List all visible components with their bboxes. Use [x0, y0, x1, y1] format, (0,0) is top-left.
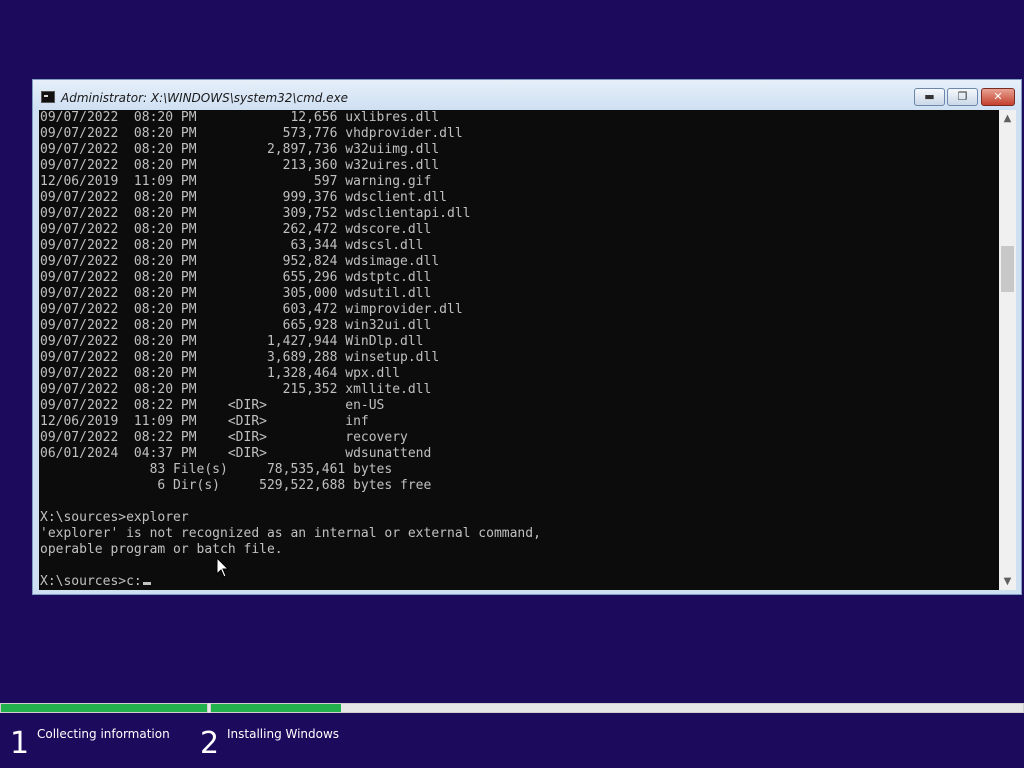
console-line: 09/07/2022 08:20 PM 603,472 wimprovider.…: [40, 302, 463, 317]
console-line: 09/07/2022 08:20 PM 309,752 wdsclientapi…: [40, 206, 471, 221]
console-line: 09/07/2022 08:20 PM 2,897,736 w32uiimg.d…: [40, 142, 440, 157]
console-line: 09/07/2022 08:20 PM 573,776 vhdprovider.…: [40, 126, 463, 141]
scroll-up-arrow-icon[interactable]: ▲: [999, 110, 1016, 127]
progress-fill-collecting: [1, 704, 207, 712]
scroll-thumb[interactable]: [1001, 246, 1014, 292]
window-titlebar[interactable]: Administrator: X:\WINDOWS\system32\cmd.e…: [33, 80, 1021, 110]
vertical-scrollbar[interactable]: ▲ ▼: [999, 110, 1016, 590]
console-line: 09/07/2022 08:20 PM 12,656 uxlibres.dll: [40, 110, 440, 125]
console-line: 6 Dir(s) 529,522,688 bytes free: [40, 478, 432, 493]
console-line: 12/06/2019 11:09 PM 597 warning.gif: [40, 174, 432, 189]
cmd-window[interactable]: Administrator: X:\WINDOWS\system32\cmd.e…: [32, 79, 1022, 595]
minimize-button[interactable]: ▬: [914, 88, 945, 106]
console-line: 'explorer' is not recognized as an inter…: [40, 526, 541, 541]
console-line: 09/07/2022 08:22 PM <DIR> en-US: [40, 398, 385, 413]
setup-progress-bar: [0, 703, 1024, 713]
console-line: 09/07/2022 08:20 PM 213,360 w32uires.dll: [40, 158, 440, 173]
console-line: 83 File(s) 78,535,461 bytes: [40, 462, 393, 477]
desktop-background: Administrator: X:\WINDOWS\system32\cmd.e…: [0, 0, 1024, 768]
console-line: 09/07/2022 08:20 PM 3,689,288 winsetup.d…: [40, 350, 440, 365]
console-line: 09/07/2022 08:20 PM 215,352 xmllite.dll: [40, 382, 432, 397]
maximize-button[interactable]: ❐: [947, 88, 978, 106]
console-line: 09/07/2022 08:20 PM 655,296 wdstptc.dll: [40, 270, 432, 285]
console-line: 09/07/2022 08:20 PM 665,928 win32ui.dll: [40, 318, 432, 333]
console-line: X:\sources>explorer: [40, 510, 189, 525]
console-line: 09/07/2022 08:20 PM 262,472 wdscore.dll: [40, 222, 432, 237]
cmd-icon: [41, 91, 55, 103]
console-line: 09/07/2022 08:22 PM <DIR> recovery: [40, 430, 408, 445]
console-line: 09/07/2022 08:20 PM 1,328,464 wpx.dll: [40, 366, 401, 381]
progress-segment-collecting: [0, 703, 208, 713]
console-line: 06/01/2024 04:37 PM <DIR> wdsunattend: [40, 446, 432, 461]
console-output[interactable]: 09/07/2022 08:20 PM 12,656 uxlibres.dll 0…: [39, 110, 999, 590]
scroll-down-arrow-icon[interactable]: ▼: [999, 573, 1016, 590]
console-line: 09/07/2022 08:20 PM 1,427,944 WinDlp.dll: [40, 334, 424, 349]
console-line: 09/07/2022 08:20 PM 63,344 wdscsl.dll: [40, 238, 424, 253]
progress-fill-installing: [211, 704, 341, 712]
command-prompt[interactable]: X:\sources>c:: [40, 574, 999, 590]
step-label: Collecting information: [37, 727, 170, 741]
window-title: Administrator: X:\WINDOWS\system32\cmd.e…: [61, 91, 349, 105]
text-cursor: [142, 582, 151, 585]
console-line: 09/07/2022 08:20 PM 999,376 wdsclient.dl…: [40, 190, 447, 205]
step-label: Installing Windows: [227, 727, 340, 741]
console-line: 09/07/2022 08:20 PM 305,000 wdsutil.dll: [40, 286, 432, 301]
close-button[interactable]: ✕: [981, 88, 1015, 106]
console-line: operable program or batch file.: [40, 542, 283, 557]
step-number: 1: [10, 726, 30, 761]
console-line: 12/06/2019 11:09 PM <DIR> inf: [40, 414, 369, 429]
step-number: 2: [200, 726, 220, 761]
progress-segment-installing: [210, 703, 1024, 713]
prompt-text: X:\sources>c:: [40, 574, 142, 589]
mouse-pointer-icon: [216, 557, 230, 578]
console-text: 09/07/2022 08:20 PM 12,656 uxlibres.dll 0…: [39, 110, 999, 590]
console-line: 09/07/2022 08:20 PM 952,824 wdsimage.dll: [40, 254, 440, 269]
